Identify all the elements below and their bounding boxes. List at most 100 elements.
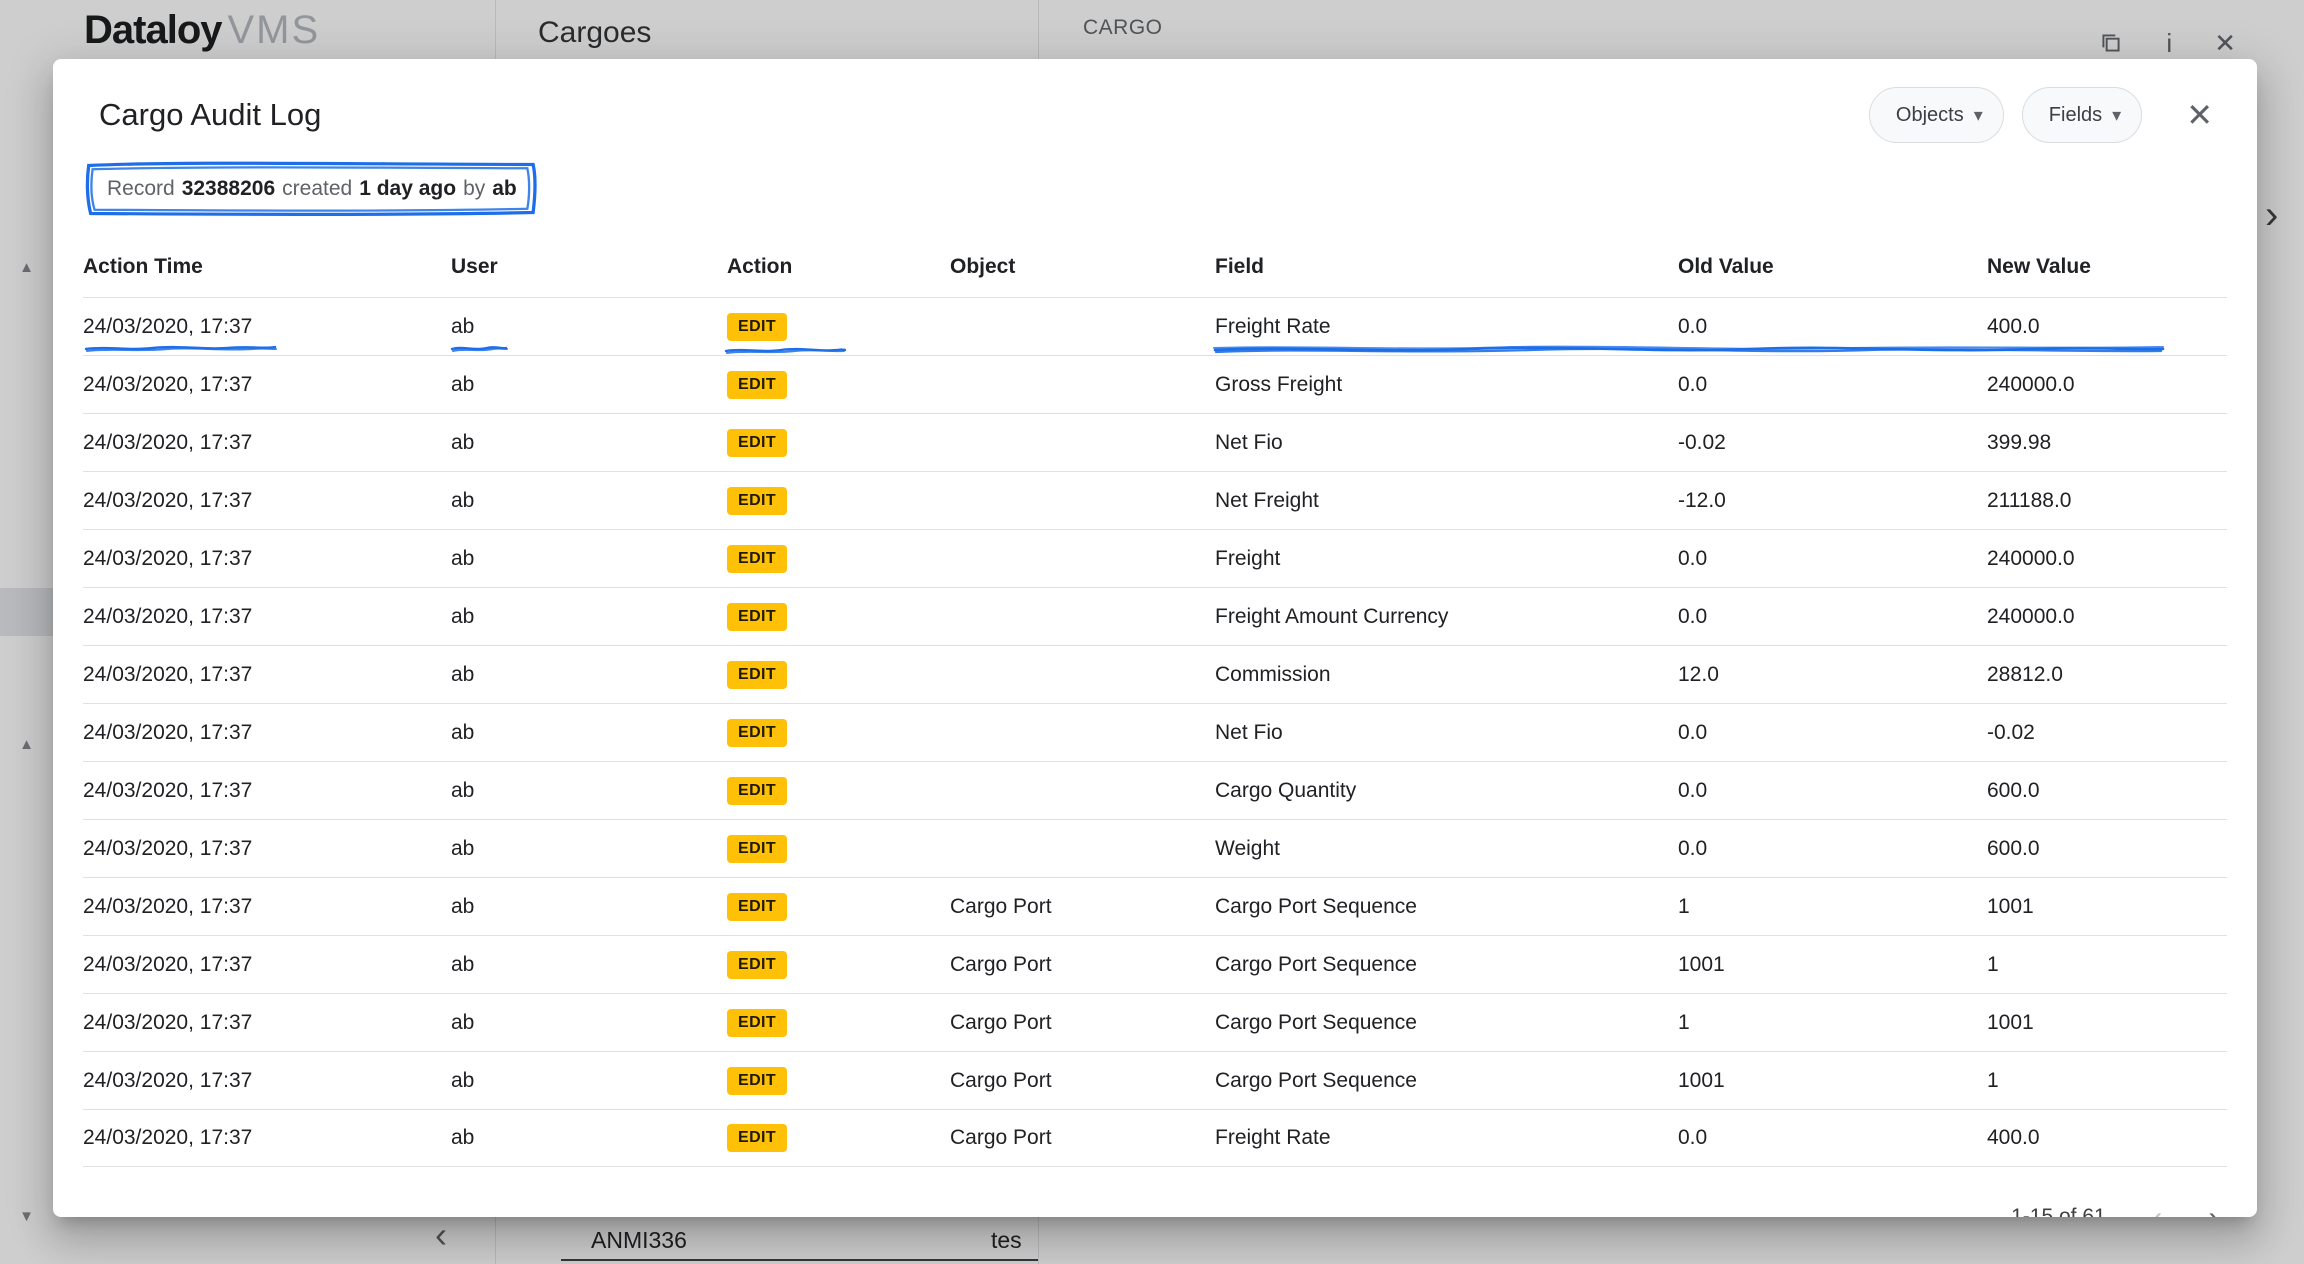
cell-new-value: 240000.0 (1987, 605, 2227, 629)
cell-action: EDIT (727, 545, 950, 573)
pagination: 1-15 of 61 ‹ › (2011, 1201, 2219, 1217)
cell-old-value: 0.0 (1678, 547, 1987, 571)
column-header-action-time: Action Time (83, 255, 451, 279)
objects-filter-label: Objects (1896, 104, 1964, 127)
cell-user: ab (451, 373, 727, 397)
cell-action: EDIT (727, 371, 950, 399)
cell-action-time: 24/03/2020, 17:37 (83, 1011, 451, 1035)
cell-user: ab (451, 1126, 727, 1150)
record-summary: Record 32388206 created 1 day ago by ab (81, 159, 543, 219)
action-badge: EDIT (727, 951, 787, 979)
cell-user: ab (451, 1011, 727, 1035)
table-row: 24/03/2020, 17:37 ab EDIT Cargo Port Car… (83, 1051, 2227, 1109)
column-header-action: Action (727, 255, 950, 279)
objects-filter-button[interactable]: Objects ▾ (1869, 87, 2004, 143)
record-created-word: created (282, 177, 352, 201)
table-row: 24/03/2020, 17:37 ab EDIT Cargo Port Car… (83, 877, 2227, 935)
cell-field: Net Freight (1215, 489, 1678, 513)
cell-old-value: 0.0 (1678, 1126, 1987, 1150)
cell-field: Gross Freight (1215, 373, 1678, 397)
table-row: 24/03/2020, 17:37 ab EDIT Freight Rate 0… (83, 297, 2227, 355)
column-header-object: Object (950, 255, 1215, 279)
table-row: 24/03/2020, 17:37 ab EDIT Cargo Port Car… (83, 993, 2227, 1051)
cell-field: Freight Amount Currency (1215, 605, 1678, 629)
cell-field: Freight Rate (1215, 1126, 1678, 1150)
action-badge: EDIT (727, 893, 787, 921)
cell-new-value: 600.0 (1987, 779, 2227, 803)
cell-old-value: 12.0 (1678, 663, 1987, 687)
cell-action-time: 24/03/2020, 17:37 (83, 837, 451, 861)
cell-field: Weight (1215, 837, 1678, 861)
audit-log-table: Action Time User Action Object Field Old… (83, 237, 2227, 1167)
pagination-prev-icon[interactable]: ‹ (2152, 1201, 2163, 1217)
table-row: 24/03/2020, 17:37 ab EDIT Freight Amount… (83, 587, 2227, 645)
cell-field: Freight Rate (1215, 315, 1678, 339)
cell-field: Cargo Port Sequence (1215, 1011, 1678, 1035)
cell-object: Cargo Port (950, 1126, 1215, 1150)
cell-action-time: 24/03/2020, 17:37 (83, 489, 451, 513)
dialog-title: Cargo Audit Log (99, 97, 321, 133)
cell-action-time: 24/03/2020, 17:37 (83, 431, 451, 455)
cell-new-value: 1001 (1987, 1011, 2227, 1035)
table-row: 24/03/2020, 17:37 ab EDIT Weight 0.0 600… (83, 819, 2227, 877)
dialog-header: Cargo Audit Log Objects ▾ Fields ▾ ✕ (53, 59, 2257, 145)
cell-action-time: 24/03/2020, 17:37 (83, 547, 451, 571)
table-row: 24/03/2020, 17:37 ab EDIT Cargo Quantity… (83, 761, 2227, 819)
cell-action-time: 24/03/2020, 17:37 (83, 1126, 451, 1150)
table-row: 24/03/2020, 17:37 ab EDIT Commission 12.… (83, 645, 2227, 703)
cell-new-value: 1001 (1987, 895, 2227, 919)
cell-user: ab (451, 547, 727, 571)
table-row: 24/03/2020, 17:37 ab EDIT Net Fio 0.0 -0… (83, 703, 2227, 761)
cell-field: Cargo Quantity (1215, 779, 1678, 803)
cell-action: EDIT (727, 777, 950, 805)
cell-action: EDIT (727, 835, 950, 863)
column-header-new-value: New Value (1987, 255, 2227, 279)
cell-user: ab (451, 315, 727, 339)
record-age: 1 day ago (359, 177, 456, 201)
cell-old-value: 0.0 (1678, 721, 1987, 745)
cell-user: ab (451, 605, 727, 629)
action-badge: EDIT (727, 835, 787, 863)
table-row: 24/03/2020, 17:37 ab EDIT Freight 0.0 24… (83, 529, 2227, 587)
fields-filter-button[interactable]: Fields ▾ (2022, 87, 2142, 143)
cell-old-value: 0.0 (1678, 373, 1987, 397)
cell-user: ab (451, 431, 727, 455)
cell-old-value: 1001 (1678, 1069, 1987, 1093)
cell-action-time: 24/03/2020, 17:37 (83, 663, 451, 687)
cell-action: EDIT (727, 1067, 950, 1095)
pagination-next-icon[interactable]: › (2208, 1201, 2219, 1217)
action-badge: EDIT (727, 777, 787, 805)
cell-old-value: 0.0 (1678, 779, 1987, 803)
cell-action-time: 24/03/2020, 17:37 (83, 1069, 451, 1093)
cell-field: Net Fio (1215, 431, 1678, 455)
action-badge: EDIT (727, 545, 787, 573)
cell-object: Cargo Port (950, 895, 1215, 919)
cell-field: Freight (1215, 547, 1678, 571)
cell-action: EDIT (727, 603, 950, 631)
action-badge: EDIT (727, 603, 787, 631)
cell-field: Cargo Port Sequence (1215, 1069, 1678, 1093)
cell-action-time: 24/03/2020, 17:37 (83, 315, 451, 339)
cell-action-time: 24/03/2020, 17:37 (83, 895, 451, 919)
cell-new-value: 400.0 (1987, 1126, 2227, 1150)
action-badge: EDIT (727, 719, 787, 747)
cell-action-time: 24/03/2020, 17:37 (83, 779, 451, 803)
action-badge: EDIT (727, 371, 787, 399)
cell-user: ab (451, 721, 727, 745)
record-by-word: by (463, 177, 485, 201)
cell-action-time: 24/03/2020, 17:37 (83, 721, 451, 745)
cell-field: Net Fio (1215, 721, 1678, 745)
fields-filter-label: Fields (2049, 104, 2102, 127)
action-badge: EDIT (727, 1124, 787, 1152)
cell-new-value: 1 (1987, 953, 2227, 977)
cell-action: EDIT (727, 487, 950, 515)
cell-user: ab (451, 663, 727, 687)
column-header-field: Field (1215, 255, 1678, 279)
cell-user: ab (451, 779, 727, 803)
cell-old-value: -12.0 (1678, 489, 1987, 513)
dialog-close-button[interactable]: ✕ (2186, 99, 2213, 131)
cell-old-value: 0.0 (1678, 837, 1987, 861)
action-badge: EDIT (727, 1067, 787, 1095)
pagination-range-label: 1-15 of 61 (2011, 1205, 2106, 1217)
cell-action: EDIT (727, 661, 950, 689)
